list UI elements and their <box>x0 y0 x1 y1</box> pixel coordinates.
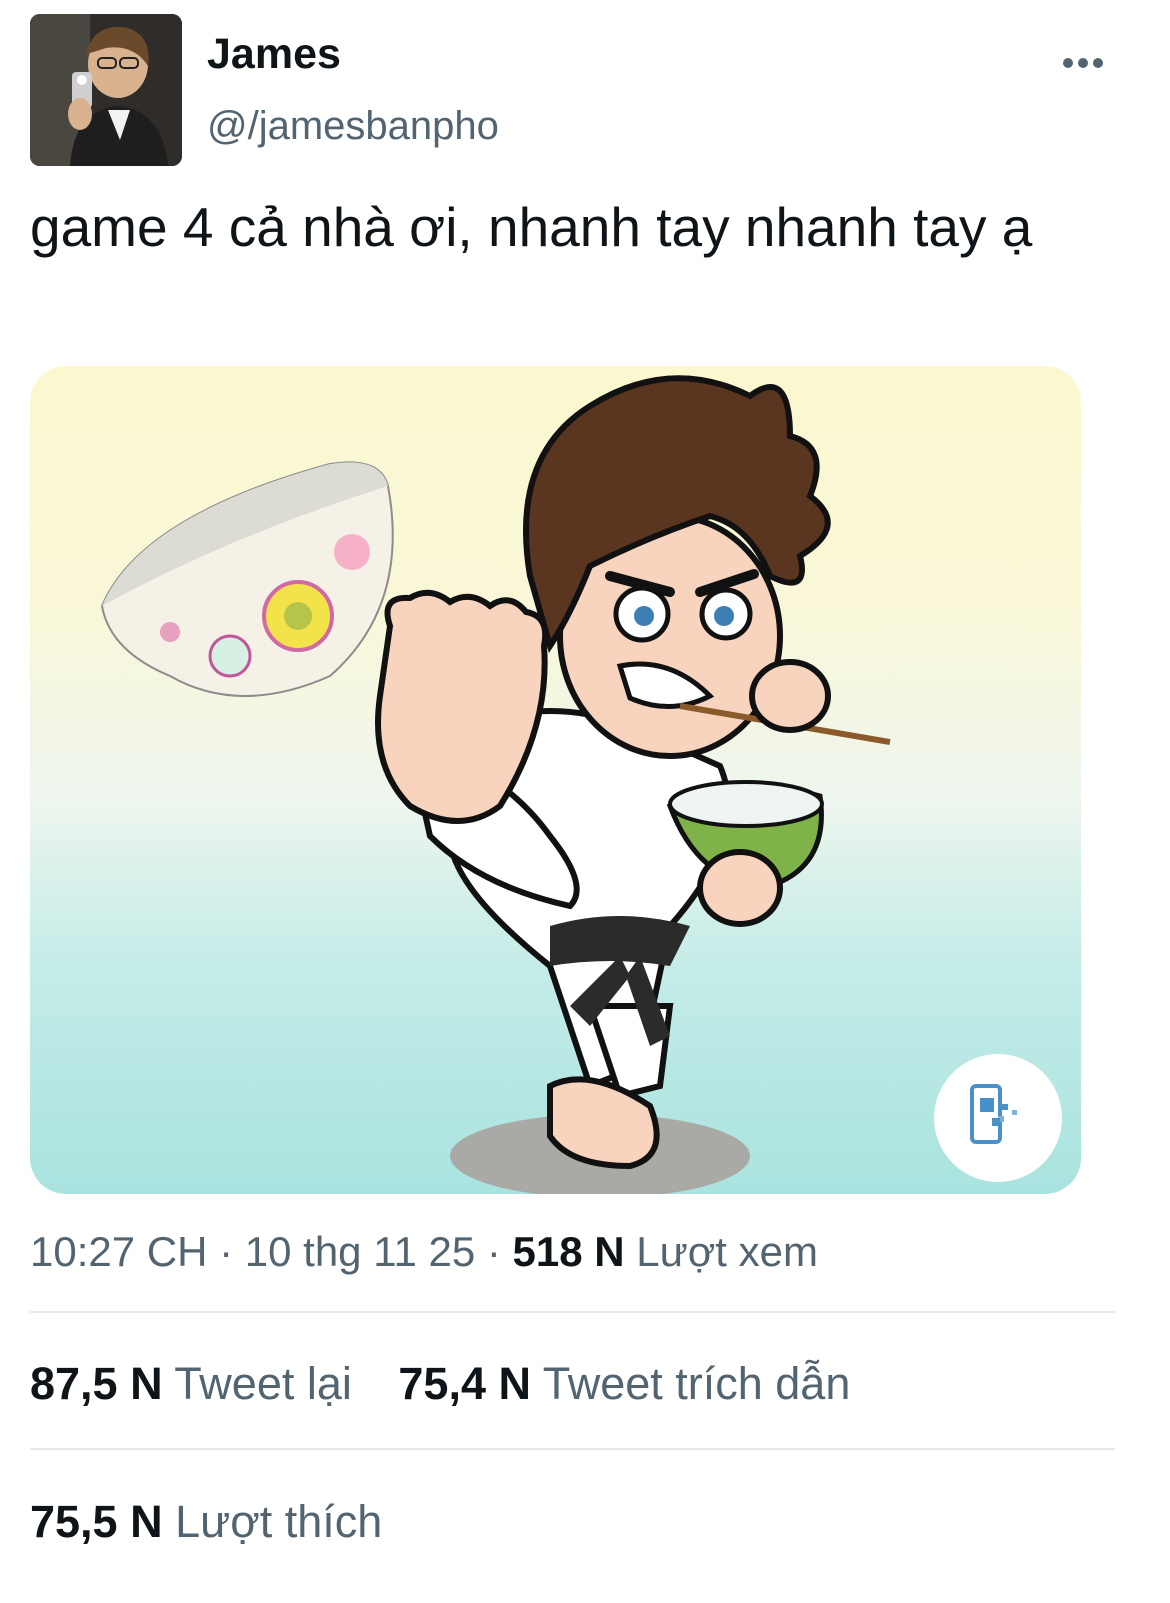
flying-bowl <box>100 461 394 697</box>
karate-boy-illustration <box>100 375 891 1194</box>
stats-row-retweets: 87,5 N Tweet lại 75,4 N Tweet trích dẫn <box>30 1358 850 1410</box>
views-label: Lượt xem <box>636 1228 818 1275</box>
meta-separator: · <box>486 1228 513 1275</box>
quotes-count: 75,4 N <box>398 1358 531 1409</box>
likes-label: Lượt thích <box>175 1496 383 1547</box>
tweet-image[interactable] <box>30 366 1081 1194</box>
phone-share-icon[interactable] <box>934 1054 1062 1182</box>
stats-row-likes: 75,5 N Lượt thích <box>30 1496 382 1548</box>
divider <box>30 1448 1115 1450</box>
tweet-meta: 10:27 CH · 10 thg 11 25 · 518 N Lượt xem <box>30 1228 818 1276</box>
likes-count: 75,5 N <box>30 1496 163 1547</box>
avatar-photo <box>30 14 182 166</box>
meta-separator: · <box>219 1228 245 1275</box>
retweets-stat[interactable]: 87,5 N Tweet lại <box>30 1358 352 1410</box>
retweets-count: 87,5 N <box>30 1358 163 1409</box>
retweets-label: Tweet lại <box>174 1358 352 1409</box>
avatar[interactable] <box>30 14 182 166</box>
author-handle[interactable]: @/jamesbanpho <box>207 104 499 149</box>
quotes-stat[interactable]: 75,4 N Tweet trích dẫn <box>398 1358 850 1410</box>
tweet-text: game 4 cả nhà ơi, nhanh tay nhanh tay ạ <box>30 196 1033 258</box>
likes-stat[interactable]: 75,5 N Lượt thích <box>30 1496 382 1548</box>
author-name[interactable]: James <box>207 30 341 79</box>
tweet-date[interactable]: 10 thg 11 25 <box>245 1228 475 1275</box>
tweet-time[interactable]: 10:27 CH <box>30 1228 207 1275</box>
divider <box>30 1311 1115 1313</box>
ellipsis-icon[interactable] <box>1058 48 1108 78</box>
views-count: 518 N <box>512 1228 625 1275</box>
quotes-label: Tweet trích dẫn <box>542 1358 851 1409</box>
